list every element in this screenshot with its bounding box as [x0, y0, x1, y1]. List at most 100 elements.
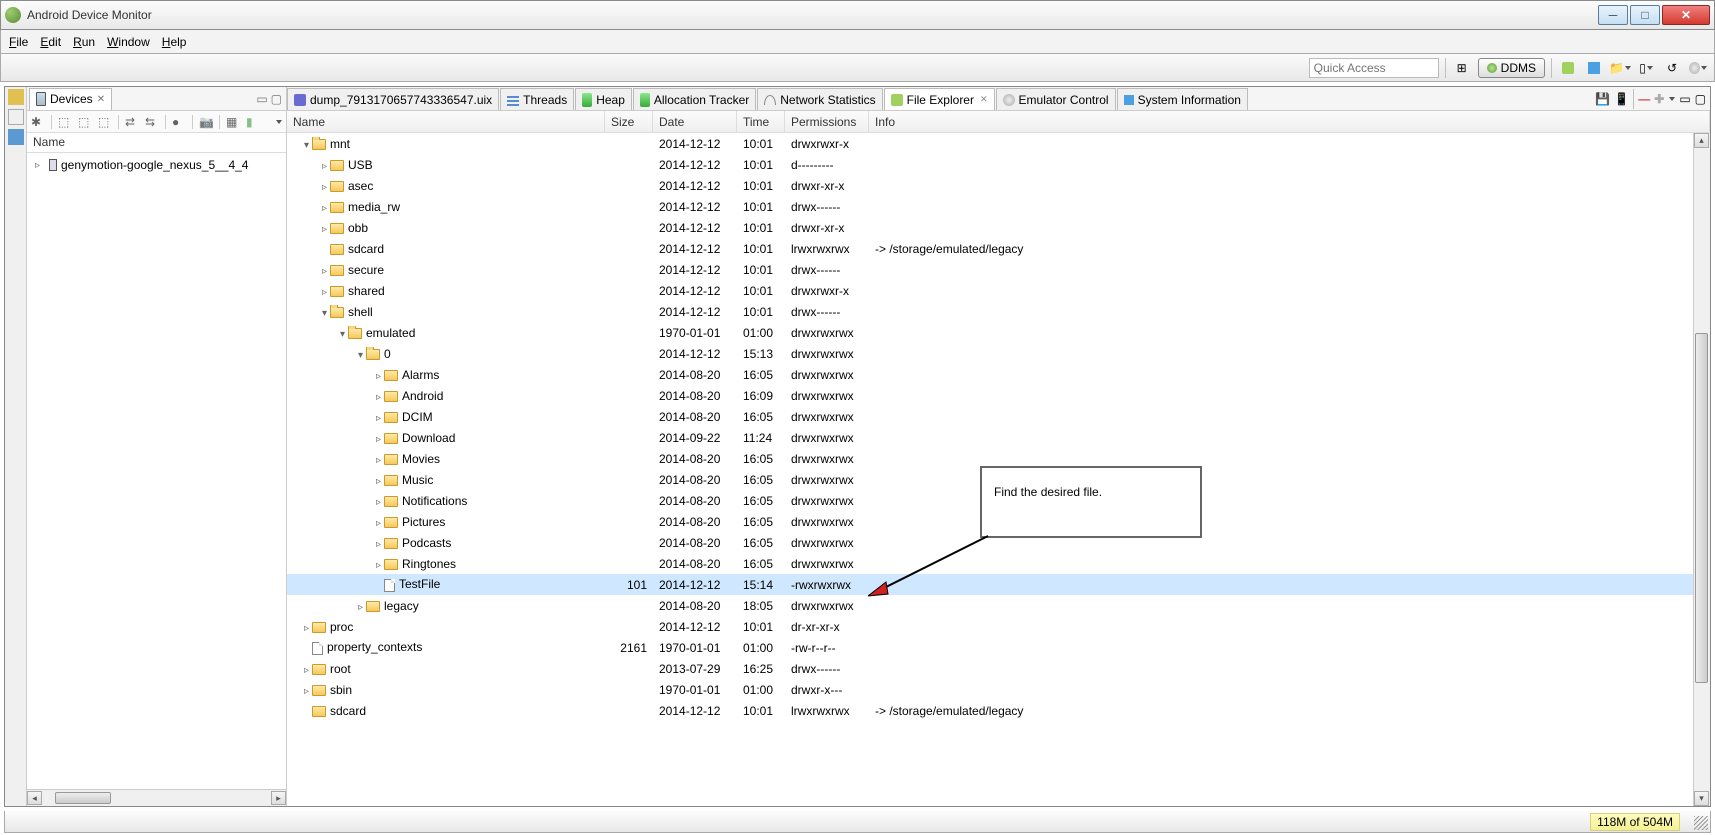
expander-icon[interactable]: ▹: [373, 560, 384, 571]
close-button[interactable]: ✕: [1662, 5, 1710, 25]
toolbar-icon-4[interactable]: ▯: [1636, 58, 1656, 78]
tab-allocation-tracker[interactable]: Allocation Tracker: [633, 88, 756, 110]
tab-heap[interactable]: Heap: [575, 88, 632, 110]
delete-icon[interactable]: —: [1638, 92, 1650, 106]
device-expander-icon[interactable]: ▹: [35, 160, 45, 171]
tab-dump[interactable]: dump_7913170657743336547.uix: [287, 88, 499, 110]
file-row[interactable]: sdcard2014-12-1210:01lrwxrwxrwx-> /stora…: [287, 238, 1710, 259]
view-dropdown-icon[interactable]: [1669, 97, 1675, 101]
camera-icon[interactable]: 📷: [199, 115, 213, 129]
toolbar-icon-2[interactable]: [1584, 58, 1604, 78]
perspective-ddms[interactable]: DDMS: [1478, 58, 1545, 78]
toolbar-icon-5[interactable]: ↺: [1662, 58, 1682, 78]
tab-network-statistics[interactable]: Network Statistics: [757, 88, 882, 110]
file-row[interactable]: ▹obb2014-12-1210:01drwxr-xr-x: [287, 217, 1710, 238]
tb-icon-e[interactable]: ⇆: [145, 115, 159, 129]
file-row[interactable]: ▹proc2014-12-1210:01dr-xr-xr-x: [287, 616, 1710, 637]
file-row[interactable]: ▹legacy2014-08-2018:05drwxrwxrwx: [287, 595, 1710, 616]
file-row[interactable]: ▹USB2014-12-1210:01d---------: [287, 154, 1710, 175]
col-size[interactable]: Size: [605, 111, 653, 132]
expander-icon[interactable]: ▹: [373, 434, 384, 445]
menu-help[interactable]: Help: [162, 35, 187, 49]
resize-grip-icon[interactable]: [1694, 816, 1708, 830]
devices-column-header[interactable]: Name: [27, 133, 286, 153]
col-info[interactable]: Info: [869, 111, 1710, 132]
expander-icon[interactable]: ▹: [319, 266, 330, 277]
expander-icon[interactable]: ▹: [373, 497, 384, 508]
push-file-icon[interactable]: 📱: [1614, 92, 1629, 106]
file-row[interactable]: property_contexts21611970-01-0101:00-rw-…: [287, 637, 1710, 658]
minimize-button[interactable]: ─: [1598, 5, 1628, 25]
expander-icon[interactable]: ▹: [319, 182, 330, 193]
devices-tab[interactable]: Devices ✕: [29, 88, 112, 110]
strip-icon-1[interactable]: [8, 89, 24, 105]
expander-icon[interactable]: ▹: [301, 623, 312, 634]
toolbar-icon-3[interactable]: 📁: [1610, 58, 1630, 78]
col-permissions[interactable]: Permissions: [785, 111, 869, 132]
expander-icon[interactable]: ▹: [373, 392, 384, 403]
add-icon[interactable]: ✚: [1654, 92, 1664, 106]
file-row[interactable]: ▾02014-12-1215:13drwxrwxrwx: [287, 343, 1710, 364]
tb-icon-f[interactable]: ▦: [226, 115, 240, 129]
expander-icon[interactable]: ▾: [319, 308, 330, 319]
panel-min-icon[interactable]: ▭: [1679, 92, 1690, 106]
expander-icon[interactable]: ▹: [301, 686, 312, 697]
menu-file[interactable]: File: [9, 35, 28, 49]
strip-icon-3[interactable]: [8, 129, 24, 145]
tb-icon-a[interactable]: ⬚: [58, 115, 72, 129]
file-row[interactable]: ▹Alarms2014-08-2016:05drwxrwxrwx: [287, 364, 1710, 385]
tb-icon-b[interactable]: ⬚: [78, 115, 92, 129]
maximize-button[interactable]: □: [1630, 5, 1660, 25]
expander-icon[interactable]: ▹: [319, 287, 330, 298]
tab-close-icon[interactable]: ✕: [980, 94, 988, 105]
file-row[interactable]: ▹Ringtones2014-08-2016:05drwxrwxrwx: [287, 553, 1710, 574]
expander-icon[interactable]: ▹: [373, 518, 384, 529]
tb-icon-d[interactable]: ⇄: [125, 115, 139, 129]
expander-icon[interactable]: ▹: [319, 224, 330, 235]
file-row[interactable]: ▹Android2014-08-2016:09drwxrwxrwx: [287, 385, 1710, 406]
col-time[interactable]: Time: [737, 111, 785, 132]
vscroll-down-arrow-icon[interactable]: ▾: [1694, 791, 1709, 806]
file-row[interactable]: ▹secure2014-12-1210:01drwx------: [287, 259, 1710, 280]
tab-threads[interactable]: Threads: [500, 88, 574, 110]
expander-icon[interactable]: ▾: [355, 350, 366, 361]
devices-hscrollbar[interactable]: ◂ ▸: [27, 789, 286, 806]
file-row[interactable]: ▾mnt2014-12-1210:01drwxrwxr-x: [287, 133, 1710, 154]
file-row[interactable]: ▹Download2014-09-2211:24drwxrwxrwx: [287, 427, 1710, 448]
hscroll-thumb[interactable]: [55, 792, 111, 804]
tab-system-information[interactable]: System Information: [1117, 88, 1248, 110]
stop-icon[interactable]: ●: [172, 115, 186, 129]
menu-run[interactable]: Run: [73, 35, 95, 49]
devices-tab-close-icon[interactable]: ✕: [97, 94, 105, 105]
debug-icon[interactable]: ✱: [31, 115, 45, 129]
file-row[interactable]: TestFile1012014-12-1215:14-rwxrwxrwx: [287, 574, 1710, 595]
panel-minimize-icon[interactable]: ▭: [256, 92, 267, 106]
expander-icon[interactable]: ▹: [319, 203, 330, 214]
expander-icon[interactable]: ▹: [355, 602, 366, 613]
view-menu-icon[interactable]: [276, 120, 282, 124]
vscroll-thumb[interactable]: [1695, 333, 1708, 683]
file-row[interactable]: sdcard2014-12-1210:01lrwxrwxrwx-> /stora…: [287, 700, 1710, 721]
tab-emulator-control[interactable]: Emulator Control: [996, 88, 1116, 110]
toolbar-icon-6[interactable]: [1688, 58, 1708, 78]
file-vscrollbar[interactable]: ▴ ▾: [1693, 133, 1710, 806]
strip-icon-2[interactable]: [8, 109, 24, 125]
panel-maximize-icon[interactable]: ▢: [271, 92, 282, 106]
hscroll-left-arrow-icon[interactable]: ◂: [27, 791, 42, 805]
panel-max-icon[interactable]: ▢: [1695, 92, 1706, 106]
tb-icon-g[interactable]: ▮: [246, 115, 260, 129]
toolbar-icon-1[interactable]: [1558, 58, 1578, 78]
pull-file-icon[interactable]: 💾: [1595, 92, 1610, 106]
file-row[interactable]: ▹root2013-07-2916:25drwx------: [287, 658, 1710, 679]
expander-icon[interactable]: ▾: [337, 329, 348, 340]
col-date[interactable]: Date: [653, 111, 737, 132]
col-name[interactable]: Name: [287, 111, 605, 132]
expander-icon[interactable]: ▹: [319, 161, 330, 172]
quick-access-input[interactable]: [1309, 58, 1439, 78]
tab-file-explorer[interactable]: File Explorer✕: [884, 88, 995, 110]
expander-icon[interactable]: ▹: [373, 476, 384, 487]
expander-icon[interactable]: ▹: [373, 413, 384, 424]
file-row[interactable]: ▾shell2014-12-1210:01drwx------: [287, 301, 1710, 322]
menu-window[interactable]: Window: [107, 35, 150, 49]
open-perspective-icon[interactable]: ⊞: [1452, 58, 1472, 78]
